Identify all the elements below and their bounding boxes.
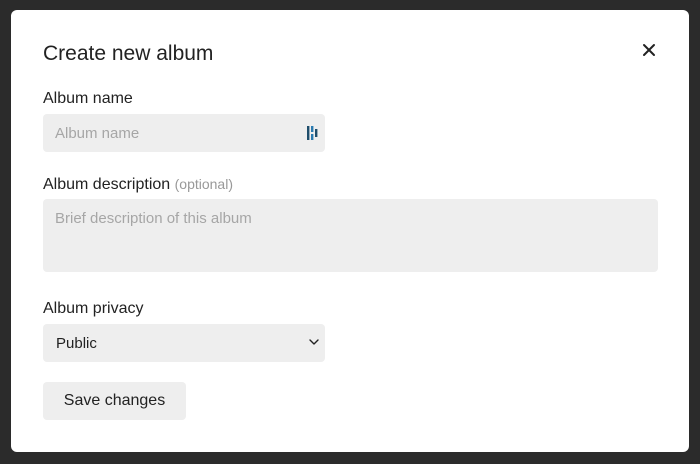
password-manager-icon[interactable] <box>307 125 319 141</box>
create-album-dialog: Create new album Album name Album descri… <box>11 10 689 452</box>
chevron-down-icon <box>309 339 319 345</box>
album-description-label: Album description (optional) <box>43 174 233 195</box>
album-name-input[interactable] <box>43 114 325 152</box>
album-privacy-selected-value: Public <box>56 335 97 352</box>
album-description-label-text: Album description <box>43 176 171 193</box>
close-icon <box>643 44 655 56</box>
dialog-title: Create new album <box>43 42 214 65</box>
album-description-textarea[interactable] <box>43 199 658 272</box>
album-privacy-select[interactable]: Public <box>43 324 325 362</box>
album-name-label: Album name <box>43 90 133 107</box>
save-changes-button[interactable]: Save changes <box>43 382 186 420</box>
close-button[interactable] <box>639 40 659 60</box>
optional-hint: (optional) <box>174 176 233 192</box>
album-privacy-label: Album privacy <box>43 300 144 317</box>
